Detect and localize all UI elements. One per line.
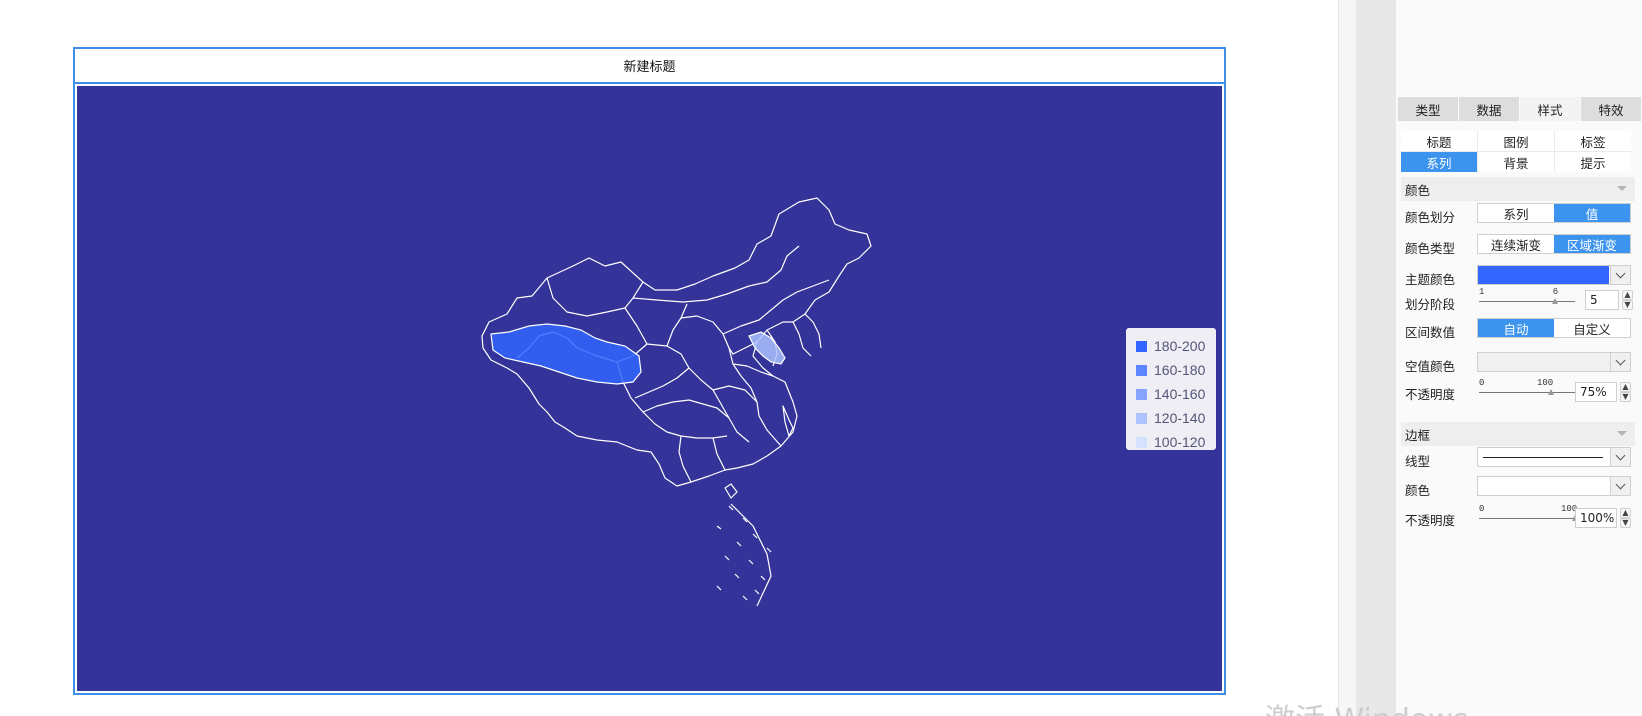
tab-2[interactable]: 样式 [1520,97,1581,121]
line-type-label: 线型 [1405,454,1431,469]
slider-thumb[interactable] [1552,298,1559,304]
slider-track [1479,518,1575,519]
color-type-option[interactable]: 连续渐变 [1478,235,1554,253]
map-area[interactable]: 180-200 160-180 140-160 120-140 100-120 [77,86,1222,691]
chevron-down-icon[interactable] [1610,353,1630,371]
legend-item[interactable]: 120-140 [1131,406,1211,430]
chevron-down-icon[interactable] [1610,477,1630,495]
legend-label: 180-200 [1154,338,1206,354]
color-section-header[interactable]: 颜色 [1401,177,1635,201]
line-type-select[interactable] [1477,447,1631,467]
chevron-down-icon[interactable] [1610,448,1630,466]
stages-label: 划分阶段 [1405,297,1456,312]
stepper-up-icon[interactable]: ▲ [1620,508,1631,518]
opacity-stepper[interactable]: 75% ▲ ▼ [1575,382,1631,402]
china-map [481,197,872,607]
border-color-label: 颜色 [1405,483,1431,498]
property-panel: 类型 数据 样式 特效 标题 图例 标签 系列 背景 提示 颜色 颜色划分 系列值 颜色类型 连… [1396,0,1642,716]
stepper-up-icon[interactable]: ▲ [1622,290,1633,300]
region-jiangsu [748,331,786,365]
theme-color-select[interactable] [1477,265,1631,285]
interval-value-label: 区间数值 [1405,325,1456,340]
opacity-label: 不透明度 [1405,387,1456,402]
opacity-max: 100 [1537,378,1554,388]
legend-swatch [1136,412,1147,424]
legend-item[interactable]: 160-180 [1131,358,1211,382]
border-opacity-value[interactable]: 100% [1575,508,1617,528]
border-opacity-label: 不透明度 [1405,513,1456,528]
legend-swatch [1136,364,1147,376]
stages-slider[interactable]: 1 6 [1479,287,1575,308]
legend-item[interactable]: 140-160 [1131,382,1211,406]
opacity-min: 0 [1479,378,1485,388]
null-color-select[interactable] [1477,352,1631,372]
color-division-option[interactable]: 系列 [1478,204,1554,222]
interval-value-option[interactable]: 自定义 [1554,319,1630,337]
stages-max: 6 [1552,287,1559,297]
map-legend[interactable]: 180-200 160-180 140-160 120-140 100-120 [1126,328,1216,450]
stepper-down-icon[interactable]: ▼ [1622,300,1633,310]
stages-value[interactable]: 5 [1585,290,1619,310]
legend-swatch [1136,388,1147,400]
color-section-title: 颜色 [1405,182,1431,198]
subtab-3[interactable]: 系列 [1401,152,1477,172]
line-sample [1483,457,1603,458]
collapse-caret-icon[interactable] [1617,431,1627,436]
border-color-select[interactable] [1477,476,1631,496]
region-tibet [490,323,642,385]
tab-3[interactable]: 特效 [1581,97,1642,121]
border-opacity-min: 0 [1479,504,1485,514]
panel-gutter-dark [1356,0,1396,716]
legend-label: 120-140 [1154,410,1206,426]
slider-track [1479,301,1575,302]
legend-label: 140-160 [1154,386,1206,402]
chart-title: 新建标题 [623,60,676,75]
subtab-5[interactable]: 提示 [1555,152,1631,172]
legend-swatch [1136,436,1147,448]
collapse-caret-icon[interactable] [1617,186,1627,191]
tab-0[interactable]: 类型 [1398,97,1459,121]
subtab-1[interactable]: 图例 [1478,131,1554,151]
opacity-value[interactable]: 75% [1575,382,1617,402]
null-color-label: 空值颜色 [1405,359,1456,374]
chevron-down-icon[interactable] [1610,266,1630,284]
color-type-option[interactable]: 区域渐变 [1554,235,1630,253]
windows-activation-watermark: 激活 Windows [1265,695,1468,716]
slider-track [1479,392,1575,393]
border-opacity-slider[interactable]: 0 100 [1479,504,1578,525]
chart-card[interactable]: 新建标题 180-200 160-180 140-160 120-140 100… [73,47,1226,695]
subtab-4[interactable]: 背景 [1478,152,1554,172]
main-tabs: 类型 数据 样式 特效 [1398,97,1642,121]
slider-thumb[interactable] [1547,389,1554,395]
sub-tabs: 标题 图例 标签系列 背景 提示 [1401,131,1631,172]
theme-color-label: 主题颜色 [1405,272,1456,287]
border-section-title: 边框 [1405,427,1431,443]
border-section-header[interactable]: 边框 [1401,422,1635,446]
tab-1[interactable]: 数据 [1459,97,1520,121]
stepper-down-icon[interactable]: ▼ [1620,392,1631,402]
theme-color-swatch [1478,266,1609,284]
color-type-toggle: 连续渐变 区域渐变 [1477,234,1631,254]
subtab-2[interactable]: 标签 [1555,131,1631,151]
color-division-label: 颜色划分 [1405,210,1456,225]
legend-item[interactable]: 100-120 [1131,430,1211,454]
interval-value-option[interactable]: 自动 [1478,319,1554,337]
color-division-option[interactable]: 值 [1554,204,1630,222]
subtab-0[interactable]: 标题 [1401,131,1477,151]
color-type-label: 颜色类型 [1405,241,1456,256]
stepper-down-icon[interactable]: ▼ [1620,518,1631,528]
stepper-up-icon[interactable]: ▲ [1620,382,1631,392]
legend-label: 100-120 [1154,434,1206,450]
interval-value-toggle: 自动 自定义 [1477,318,1631,338]
legend-item[interactable]: 180-200 [1131,334,1211,358]
chart-title-bar[interactable]: 新建标题 [75,49,1224,84]
color-division-toggle: 系列值 [1477,203,1631,223]
border-opacity-stepper[interactable]: 100% ▲ ▼ [1575,508,1631,528]
stages-stepper[interactable]: 5 ▲ ▼ [1585,290,1633,310]
opacity-slider[interactable]: 0 100 [1479,378,1575,399]
legend-label: 160-180 [1154,362,1206,378]
legend-swatch [1136,340,1147,352]
stages-min: 1 [1479,287,1485,297]
panel-gutter [1338,0,1356,716]
